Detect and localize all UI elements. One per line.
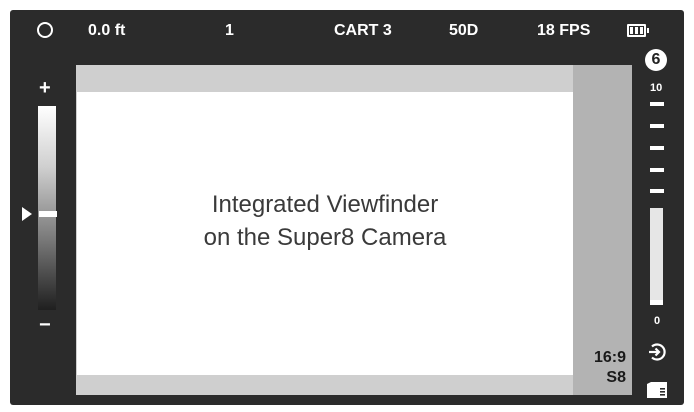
meter-tick [650,102,664,106]
audio-level-fill [650,300,663,305]
caption-line-2: on the Super8 Camera [203,224,447,251]
exposure-minus[interactable]: − [39,315,51,335]
meter-tick [650,146,664,150]
take-number: 1 [225,22,234,39]
focus-distance: 0.0 ft [88,22,126,39]
meter-tick [650,189,664,193]
viewfinder-display: 0.0 ft 1 CART 3 50D 18 FPS + − Integrate… [10,10,684,405]
sd-card-icon [647,382,667,398]
exposure-slider[interactable] [38,106,56,310]
caption-line-1: Integrated Viewfinder [211,191,439,218]
meter-max-label: 10 [650,82,663,94]
counter-badge: 6 [645,49,667,71]
meter-min-label: 0 [654,315,661,327]
record-indicator-icon[interactable] [37,22,53,38]
audio-level-meter [650,208,663,305]
meter-tick [650,124,664,128]
film-stock: 50D [449,22,479,39]
aspect-format: 16:9 S8 [576,348,626,388]
frame-guide-side [573,65,632,395]
exposure-slider-handle[interactable] [39,211,57,217]
viewfinder-caption: Integrated Viewfinder on the Super8 Came… [77,188,573,254]
aspect-ratio: 16:9 [593,349,626,366]
meter-tick [650,168,664,172]
exposure-plus[interactable]: + [39,78,51,98]
status-bar: 0.0 ft 1 CART 3 50D 18 FPS [10,10,684,54]
audio-input-icon[interactable] [647,342,667,362]
film-format: S8 [606,369,626,386]
frame-rate: 18 FPS [537,22,591,39]
exposure-pointer-icon [22,207,32,221]
cartridge-label: CART 3 [334,22,392,39]
battery-icon [627,24,649,37]
